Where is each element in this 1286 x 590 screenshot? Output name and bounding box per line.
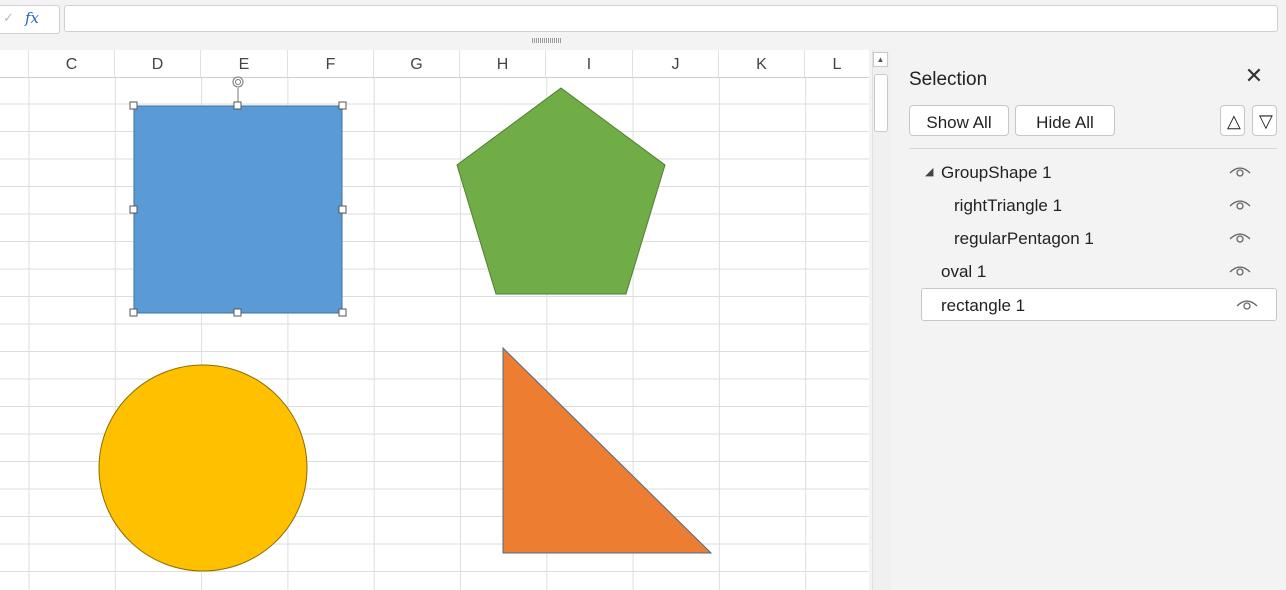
triangle-down-icon: ▽ — [1259, 111, 1273, 131]
resize-handle-bottom-left[interactable] — [129, 308, 138, 317]
tree-item-groupshape[interactable]: ◢ GroupShape 1 — [909, 156, 1277, 189]
pentagon-shape[interactable] — [456, 87, 666, 295]
tree-item-label: rightTriangle 1 — [954, 196, 1063, 215]
tree-item-oval[interactable]: oval 1 — [909, 255, 1277, 288]
tree-item-rectangle[interactable]: rectangle 1 — [921, 288, 1277, 321]
shapes-layer — [98, 76, 713, 572]
show-all-button[interactable]: Show All — [909, 105, 1009, 136]
collapse-triangle-icon[interactable]: ◢ — [925, 156, 933, 189]
bring-forward-button[interactable]: △ — [1220, 105, 1245, 136]
tree-item-label: GroupShape 1 — [941, 163, 1052, 182]
pane-divider — [909, 148, 1277, 149]
resize-handle-bottom[interactable] — [233, 308, 242, 317]
close-icon[interactable]: ✕ — [1242, 64, 1266, 88]
tree-item-label: regularPentagon 1 — [954, 229, 1094, 248]
right-triangle-shape[interactable] — [502, 346, 713, 554]
hide-all-button[interactable]: Hide All — [1015, 105, 1115, 136]
resize-handle-bottom-right[interactable] — [338, 308, 347, 317]
eye-icon[interactable] — [1229, 229, 1251, 245]
resize-handle-left[interactable] — [129, 205, 138, 214]
formula-input[interactable] — [64, 5, 1278, 32]
scroll-up-arrow-icon[interactable]: ▲ — [873, 52, 888, 67]
eye-icon[interactable] — [1236, 296, 1258, 312]
check-icon[interactable]: ✓ — [3, 10, 14, 26]
resize-handle-top-left[interactable] — [129, 101, 138, 110]
scrollbar-thumb[interactable] — [874, 74, 888, 132]
tree-item-righttriangle[interactable]: rightTriangle 1 — [909, 189, 1277, 222]
resize-handle-top[interactable] — [233, 101, 242, 110]
tree-item-regularpentagon[interactable]: regularPentagon 1 — [909, 222, 1277, 255]
insert-function-button[interactable]: fx — [25, 9, 39, 27]
triangle-up-icon: △ — [1227, 111, 1241, 131]
formula-bar-resize-handle[interactable] — [532, 38, 562, 43]
resize-handle-top-right[interactable] — [338, 101, 347, 110]
selection-pane: Selection ✕ Show All Hide All △ ▽ ◢ Grou… — [892, 50, 1286, 590]
eye-icon[interactable] — [1229, 262, 1251, 278]
send-backward-button[interactable]: ▽ — [1252, 105, 1277, 136]
eye-icon[interactable] — [1229, 196, 1251, 212]
rotation-handle[interactable] — [232, 76, 244, 88]
worksheet[interactable]: C D E F G H I J K L — [0, 50, 869, 590]
tree-item-label: oval 1 — [941, 262, 987, 281]
resize-handle-right[interactable] — [338, 205, 347, 214]
tree-item-label: rectangle 1 — [941, 296, 1026, 315]
rectangle-shape[interactable] — [133, 105, 343, 314]
formula-buttons: ✓ fx — [0, 5, 60, 34]
eye-icon[interactable] — [1229, 163, 1251, 179]
formula-bar: ✓ fx — [0, 0, 1286, 43]
pane-title: Selection — [909, 69, 988, 90]
vertical-scrollbar[interactable]: ▲ — [870, 50, 891, 590]
oval-shape[interactable] — [98, 364, 308, 572]
